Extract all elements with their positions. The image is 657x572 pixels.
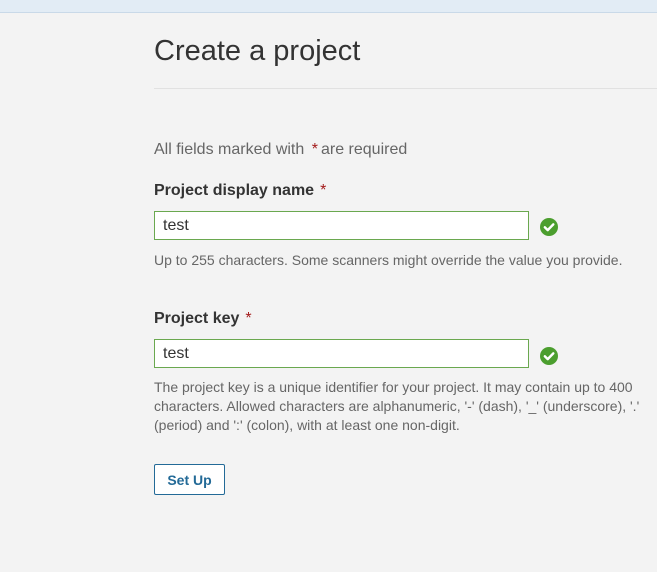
required-note-prefix: All fields marked with bbox=[154, 141, 305, 158]
required-fields-note: All fields marked with * are required bbox=[154, 141, 407, 159]
project-key-help: The project key is a unique identifier f… bbox=[154, 379, 640, 433]
display-name-label: Project display name * bbox=[154, 182, 329, 200]
required-note-suffix: are required bbox=[320, 141, 408, 158]
page-title: Create a project bbox=[154, 35, 361, 67]
check-circle-icon bbox=[540, 347, 558, 365]
display-name-label-text: Project display name bbox=[154, 182, 315, 199]
project-key-input[interactable] bbox=[154, 339, 529, 368]
required-asterisk: * bbox=[311, 141, 318, 158]
display-name-help: Up to 255 characters. Some scanners migh… bbox=[154, 252, 623, 268]
top-bar bbox=[0, 0, 657, 13]
project-key-label: Project key * bbox=[154, 310, 255, 328]
project-key-label-text: Project key bbox=[154, 310, 240, 327]
title-divider bbox=[154, 88, 657, 89]
required-asterisk: * bbox=[320, 182, 327, 199]
required-asterisk: * bbox=[245, 310, 252, 327]
set-up-button[interactable]: Set Up bbox=[154, 464, 225, 495]
check-circle-icon bbox=[540, 218, 558, 236]
display-name-input[interactable] bbox=[154, 211, 529, 240]
